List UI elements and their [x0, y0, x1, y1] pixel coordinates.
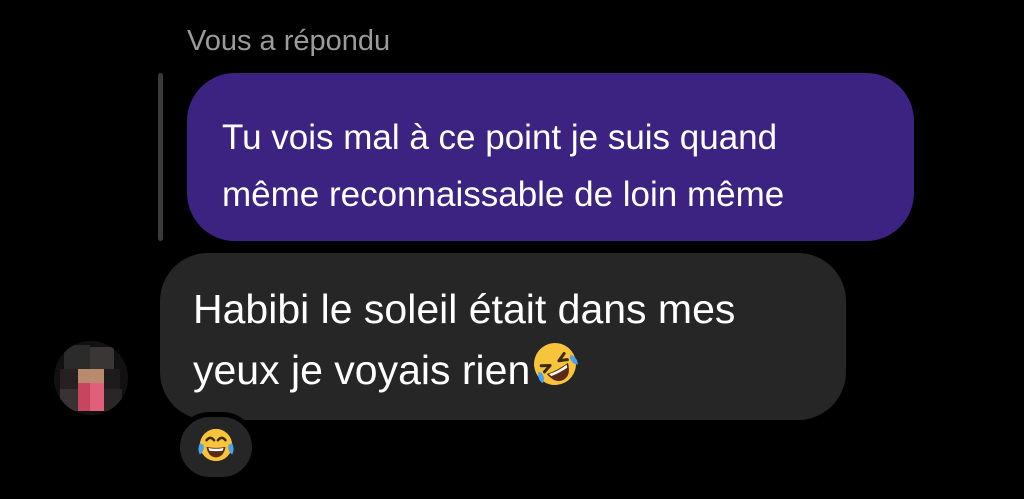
rolling-on-floor-laughing-icon [530, 339, 580, 405]
sent-message-line: Tu vois mal à ce point je suis quand [222, 118, 778, 157]
received-message-line: Habibi le soleil était dans mes [193, 286, 736, 332]
sent-message-bubble[interactable]: Tu vois mal à ce point je suis quand mêm… [187, 73, 914, 241]
reply-label: Vous a répondu [187, 25, 391, 57]
sent-message-line: même reconnaissable de loin même [222, 175, 785, 214]
avatar-pixel [90, 347, 114, 369]
received-message-bubble[interactable]: Habibi le soleil était dans mes yeux je … [160, 253, 846, 420]
reply-indicator-bar [158, 73, 163, 241]
avatar-pixel [64, 345, 90, 369]
received-message-text: yeux je voyais rien [193, 347, 531, 393]
avatar-pixel [60, 369, 78, 389]
avatar-pixel [60, 389, 78, 411]
contact-avatar[interactable] [54, 341, 128, 415]
received-message-line: yeux je voyais rien [193, 339, 816, 405]
avatar-pixel [104, 389, 122, 411]
face-with-tears-of-joy-icon [197, 426, 235, 469]
avatar-pixel [104, 369, 120, 389]
avatar-pixel [78, 383, 90, 411]
avatar-pixel [90, 383, 104, 411]
message-reaction[interactable] [175, 412, 257, 482]
avatar-pixel [78, 369, 104, 383]
